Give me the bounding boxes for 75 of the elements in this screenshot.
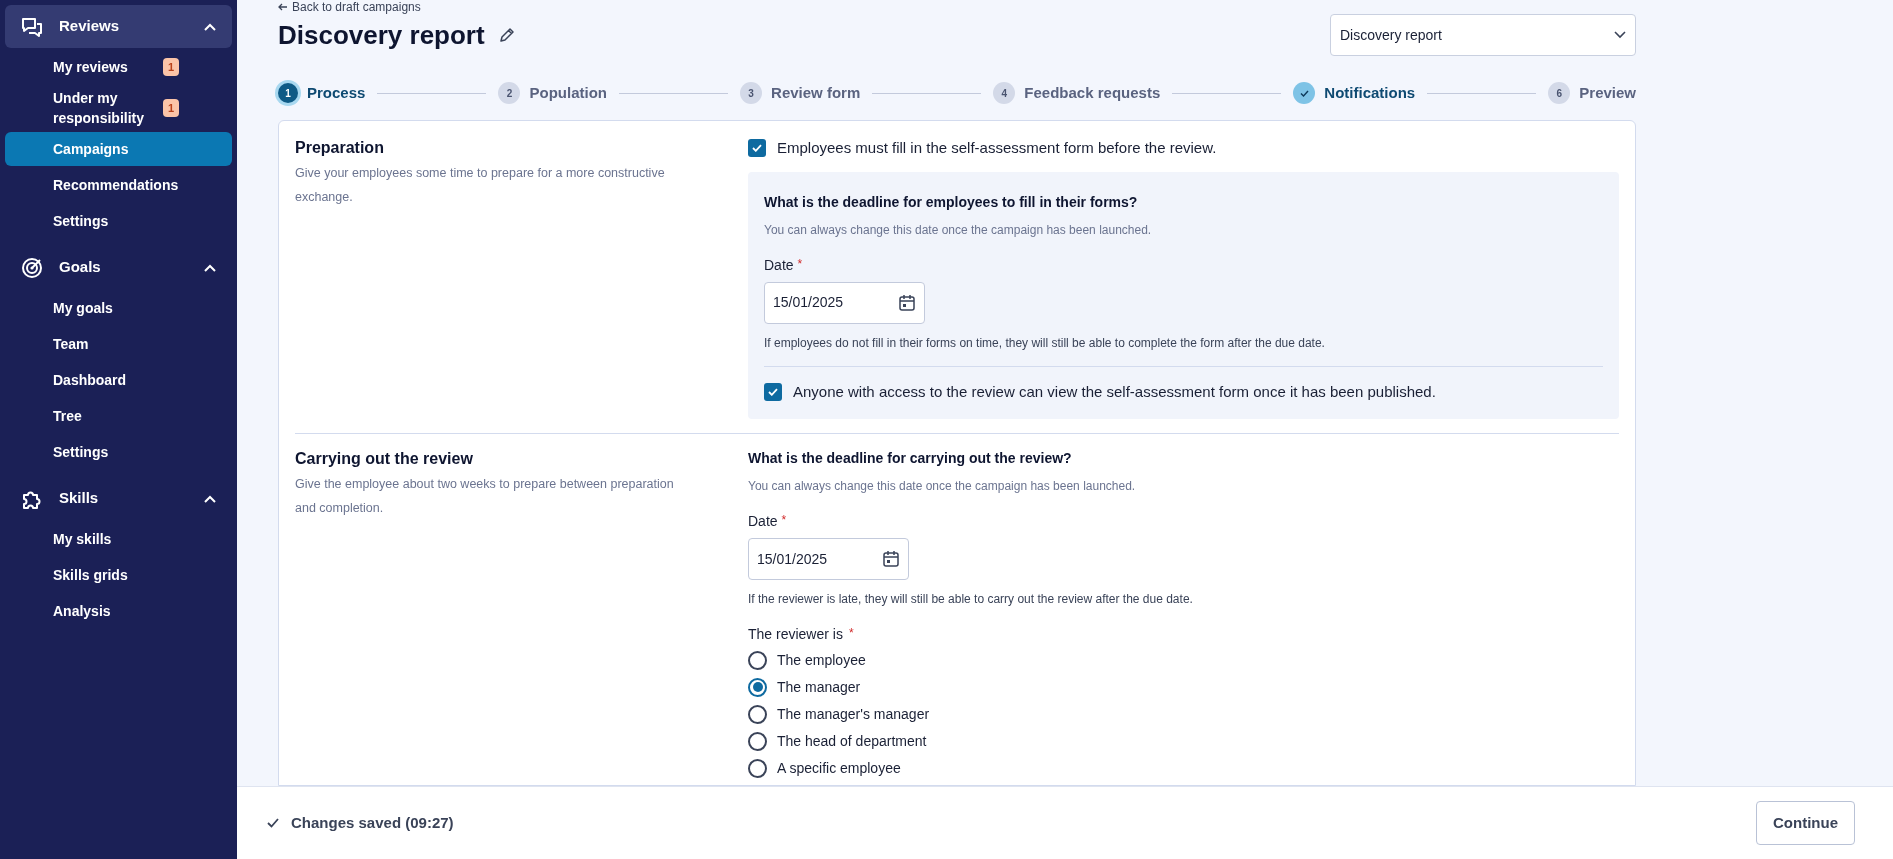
question: What is the deadline for carrying out the review? <box>748 449 1073 468</box>
helper-text: If employees do not fill in their forms on time, they will still be able to complete the form after the due date. <box>764 334 1326 352</box>
hint-text: You can always change this date once the campaign has been launched. <box>764 221 1153 239</box>
radio-button[interactable] <box>748 758 767 778</box>
section-description: Give the employee about two weeks to prepare between preparation and completion. <box>295 476 675 517</box>
required-mark: * <box>781 512 787 529</box>
page-title: Discovery report <box>278 18 485 52</box>
stepper-step[interactable]: 6 Preview <box>1548 81 1636 105</box>
sidebar-section-header[interactable]: Goals <box>5 246 232 289</box>
chevron-up-icon <box>204 263 216 272</box>
sidebar-section-header[interactable]: Reviews <box>5 5 232 48</box>
radio-label[interactable]: The manager <box>777 676 861 698</box>
sidebar-item[interactable]: Analysis <box>5 594 232 628</box>
stepper-step[interactable]: 4 Feedback requests <box>993 81 1161 105</box>
check-icon <box>267 818 279 828</box>
chevron-up-icon <box>204 22 216 31</box>
field-label: Date <box>764 255 794 275</box>
sidebar-section-header[interactable]: Skills <box>5 477 232 520</box>
checkbox[interactable] <box>764 382 782 401</box>
radio-button[interactable] <box>748 704 767 724</box>
sidebar-item[interactable]: Skills grids <box>5 558 232 592</box>
section-title: Carrying out the review <box>295 449 474 469</box>
calendar-icon[interactable] <box>898 293 916 312</box>
sidebar-item[interactable]: My reviews 1 <box>5 50 232 84</box>
checkbox-label[interactable]: Anyone with access to the review can view the self-assessment form once it has been published. <box>793 380 1436 403</box>
helper-text: If the reviewer is late, they will still be able to carry out the review after the due date. <box>748 591 1194 608</box>
sidebar-item[interactable]: Settings <box>5 435 232 469</box>
checkbox[interactable] <box>748 139 766 158</box>
back-link[interactable]: Back to draft campaigns <box>278 0 421 14</box>
count-badge: 1 <box>163 98 180 118</box>
sidebar-item[interactable]: Team <box>5 327 232 361</box>
count-badge: 1 <box>163 57 180 77</box>
check-icon <box>768 387 778 396</box>
chevron-down-icon <box>1614 31 1626 39</box>
stepper-step[interactable]: 2 Population <box>498 81 607 105</box>
question: What is the deadline for employees to fill in their forms? <box>764 192 1139 212</box>
required-mark: * <box>797 255 803 273</box>
save-status: Changes saved (09:27) <box>291 812 454 833</box>
sidebar-item[interactable]: Campaigns <box>5 132 232 166</box>
radio-button[interactable] <box>748 731 767 751</box>
sidebar-item[interactable]: Tree <box>5 399 232 433</box>
sidebar-item[interactable]: My skills <box>5 522 232 556</box>
stepper-step[interactable]: 1 Process <box>278 81 366 105</box>
field-label: Date <box>748 512 778 531</box>
target-icon <box>21 256 43 279</box>
stepper-step[interactable]: 3 Review form <box>740 81 861 105</box>
field-label: The reviewer is <box>748 625 843 644</box>
hint-text: You can always change this date once the campaign has been launched. <box>748 478 1137 495</box>
checkbox-label[interactable]: Employees must fill in the self-assessment form before the review. <box>777 137 1217 160</box>
date-field[interactable]: 15/01/2025 <box>748 538 909 580</box>
section-description: Give your employees some time to prepare for a more constructive exchange. <box>295 165 666 206</box>
report-dropdown[interactable]: Discovery report <box>1330 14 1636 56</box>
radio-label[interactable]: The head of department <box>777 730 927 752</box>
sidebar-item[interactable]: Settings <box>5 204 232 238</box>
radio-label[interactable]: The employee <box>777 649 866 671</box>
sidebar-item[interactable]: Under my responsibility 1 <box>5 86 232 130</box>
radio-button[interactable] <box>748 677 767 697</box>
arrow-left-icon <box>278 3 288 11</box>
edit-icon[interactable] <box>498 27 515 43</box>
chat-icon <box>21 16 43 37</box>
sidebar-item[interactable]: My goals <box>5 291 232 325</box>
required-mark: * <box>848 625 854 642</box>
continue-button[interactable]: Continue <box>1756 801 1855 845</box>
sidebar-item[interactable]: Recommendations <box>5 168 232 202</box>
chevron-up-icon <box>204 494 216 503</box>
calendar-icon[interactable] <box>882 550 900 568</box>
stepper-step[interactable]: Notifications <box>1293 81 1416 105</box>
sidebar-item[interactable]: Dashboard <box>5 363 232 397</box>
radio-button[interactable] <box>748 650 767 670</box>
date-field[interactable]: 15/01/2025 <box>764 281 925 324</box>
check-icon <box>752 144 762 153</box>
check-icon <box>1299 89 1309 97</box>
section-title: Preparation <box>295 138 385 158</box>
radio-label[interactable]: The manager's manager <box>777 703 930 725</box>
radio-label[interactable]: A specific employee <box>777 757 901 779</box>
